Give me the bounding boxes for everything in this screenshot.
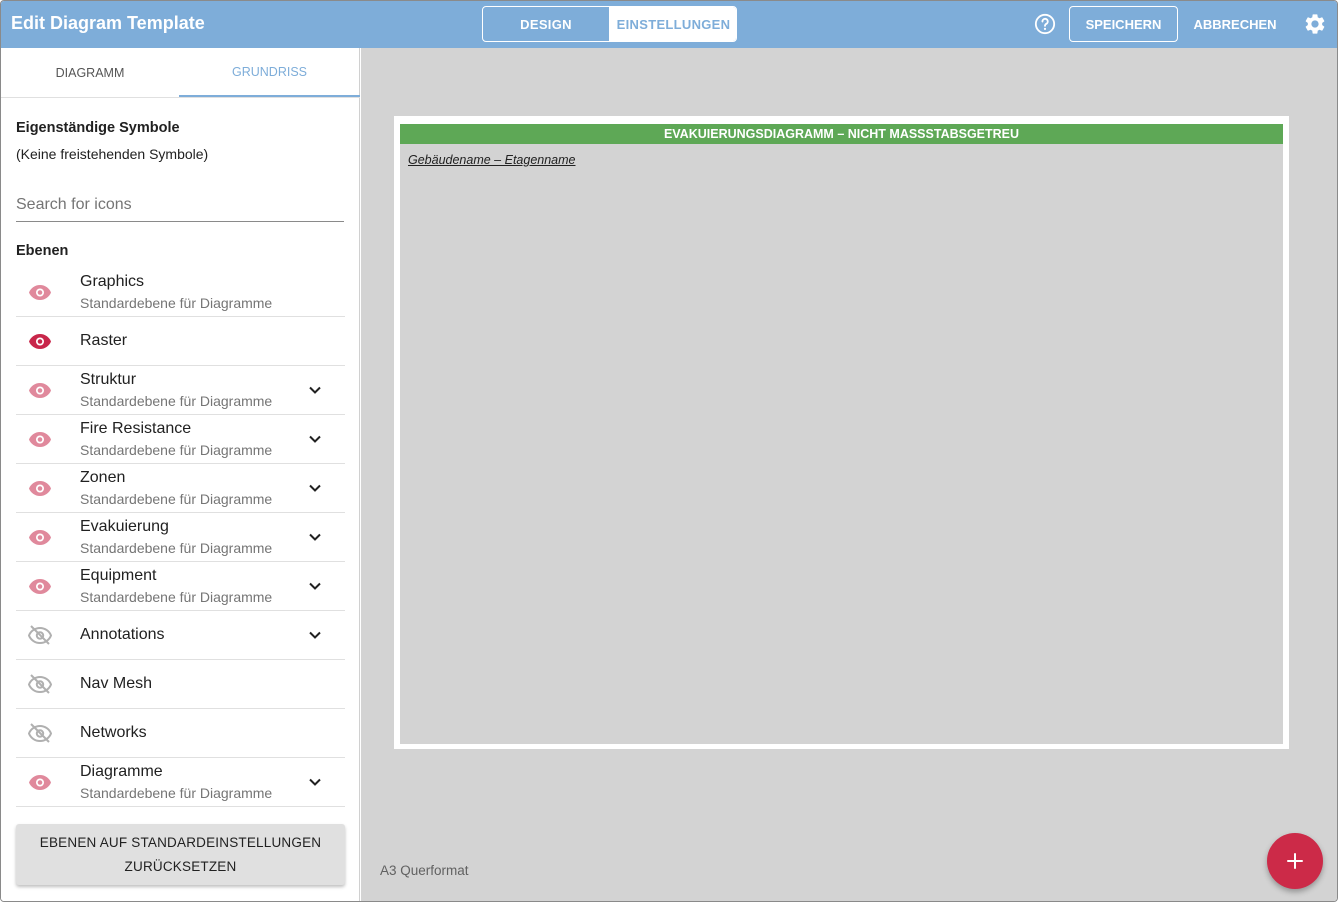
tab-diagramm[interactable]: DIAGRAMM: [1, 48, 179, 97]
chevron-down-icon[interactable]: [308, 383, 322, 397]
layer-item-diagramme[interactable]: Diagramme Standardebene für Diagramme: [16, 758, 345, 807]
eye-icon[interactable]: [28, 380, 52, 400]
eye-icon[interactable]: [28, 331, 52, 351]
layer-name: Diagramme: [80, 763, 163, 780]
layer-item-equipment[interactable]: Equipment Standardebene für Diagramme: [16, 562, 345, 611]
app-window: Edit Diagram Template DESIGN EINSTELLUNG…: [0, 0, 1338, 902]
layer-list: Graphics Standardebene für Diagramme Ras…: [16, 268, 345, 807]
layer-item-raster[interactable]: Raster: [16, 317, 345, 366]
save-button[interactable]: SPEICHERN: [1069, 6, 1178, 42]
layer-name: Graphics: [80, 273, 145, 290]
einstellungen-toggle-button[interactable]: EINSTELLUNGEN: [609, 7, 736, 41]
layer-item-fire-resistance[interactable]: Fire Resistance Standardebene für Diagra…: [16, 415, 345, 464]
plus-icon: [1287, 853, 1303, 869]
cancel-button[interactable]: ABBRECHEN: [1187, 6, 1283, 42]
reset-layers-button[interactable]: EBENEN AUF STANDARDEINSTELLUNGEN ZURÜCKS…: [16, 824, 345, 885]
eye-icon[interactable]: [28, 772, 52, 792]
chevron-down-icon[interactable]: [308, 432, 322, 446]
building-floor-label[interactable]: Gebäudename – Etagenname: [408, 153, 576, 167]
layer-description: Standardebene für Diagramme: [80, 540, 273, 556]
diagram-canvas[interactable]: EVAKUIERUNGSDIAGRAMM – NICHT MASSSTABSGE…: [361, 48, 1337, 901]
layer-name: Annotations: [80, 626, 165, 643]
layer-name: Fire Resistance: [80, 420, 192, 437]
eye-icon[interactable]: [28, 478, 52, 498]
layer-name: Zonen: [80, 469, 126, 486]
diagram-banner: EVAKUIERUNGSDIAGRAMM – NICHT MASSSTABSGE…: [400, 124, 1283, 144]
mode-toggle: DESIGN EINSTELLUNGEN: [482, 6, 737, 42]
eye-icon[interactable]: [28, 429, 52, 449]
eye-off-icon[interactable]: [28, 723, 52, 743]
page-format-label: A3 Querformat: [380, 863, 469, 878]
app-title: Edit Diagram Template: [11, 13, 205, 33]
chevron-down-icon[interactable]: [308, 530, 322, 544]
sidebar: DIAGRAMM GRUNDRISS Eigenständige Symbole…: [1, 48, 360, 901]
standalone-symbols-empty: (Keine freistehenden Symbole): [16, 146, 209, 162]
layer-name: Nav Mesh: [80, 675, 153, 692]
chevron-down-icon[interactable]: [308, 628, 322, 642]
top-app-bar: Edit Diagram Template DESIGN EINSTELLUNG…: [1, 1, 1337, 48]
add-fab-button[interactable]: [1267, 833, 1323, 889]
layer-item-graphics[interactable]: Graphics Standardebene für Diagramme: [16, 268, 345, 317]
reset-layers-label-line2: ZURÜCKSETZEN: [124, 858, 237, 874]
layer-item-struktur[interactable]: Struktur Standardebene für Diagramme: [16, 366, 345, 415]
eye-off-icon[interactable]: [28, 674, 52, 694]
layer-item-networks[interactable]: Networks: [16, 709, 345, 758]
layer-description: Standardebene für Diagramme: [80, 785, 273, 801]
standalone-symbols-title: Eigenständige Symbole: [16, 120, 180, 136]
design-toggle-button[interactable]: DESIGN: [483, 7, 609, 41]
icon-search-input[interactable]: [16, 190, 344, 220]
diagram-drawing-area[interactable]: EVAKUIERUNGSDIAGRAMM – NICHT MASSSTABSGE…: [400, 124, 1283, 744]
eye-icon[interactable]: [28, 527, 52, 547]
chevron-down-icon[interactable]: [308, 481, 322, 495]
layer-description: Standardebene für Diagramme: [80, 393, 273, 409]
icon-search-field: [16, 190, 344, 222]
eye-icon[interactable]: [28, 576, 52, 596]
layer-name: Networks: [80, 724, 147, 741]
layer-item-nav-mesh[interactable]: Nav Mesh: [16, 660, 345, 709]
layer-item-evakuierung[interactable]: Evakuierung Standardebene für Diagramme: [16, 513, 345, 562]
layer-name: Raster: [80, 332, 128, 349]
layer-description: Standardebene für Diagramme: [80, 589, 273, 605]
eye-off-icon[interactable]: [28, 625, 52, 645]
layer-description: Standardebene für Diagramme: [80, 295, 273, 311]
diagram-sheet[interactable]: EVAKUIERUNGSDIAGRAMM – NICHT MASSSTABSGE…: [394, 116, 1289, 749]
reset-layers-label-line1: EBENEN AUF STANDARDEINSTELLUNGEN: [39, 834, 322, 850]
help-circle-icon[interactable]: [1034, 13, 1056, 35]
layer-name: Equipment: [80, 567, 157, 584]
sidebar-tabs: DIAGRAMM GRUNDRISS: [1, 48, 360, 98]
layer-description: Standardebene für Diagramme: [80, 491, 273, 507]
eye-icon[interactable]: [28, 282, 52, 302]
layer-item-zonen[interactable]: Zonen Standardebene für Diagramme: [16, 464, 345, 513]
layer-item-annotations[interactable]: Annotations: [16, 611, 345, 660]
layer-description: Standardebene für Diagramme: [80, 442, 273, 458]
chevron-down-icon[interactable]: [308, 775, 322, 789]
layer-name: Struktur: [80, 371, 137, 388]
tab-grundriss[interactable]: GRUNDRISS: [179, 48, 360, 97]
layer-name: Evakuierung: [80, 518, 169, 535]
layers-title: Ebenen: [16, 243, 69, 259]
chevron-down-icon[interactable]: [308, 579, 322, 593]
gear-icon[interactable]: [1303, 12, 1327, 36]
